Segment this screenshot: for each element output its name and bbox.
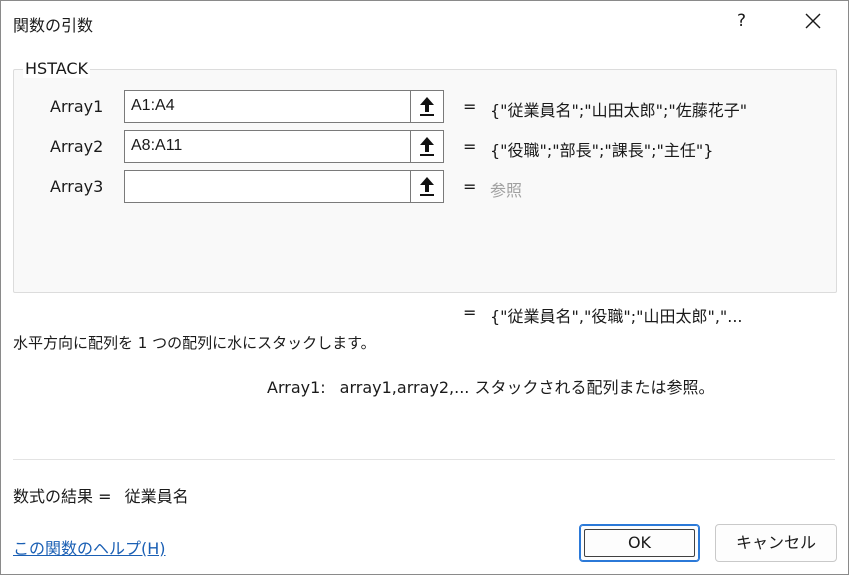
ok-button[interactable]: OK [579, 524, 700, 562]
divider [13, 459, 835, 460]
array2-input[interactable]: A8:A11 [124, 130, 444, 163]
formula-result-label: 数式の結果 = [13, 487, 112, 506]
close-icon[interactable] [801, 9, 825, 33]
array3-result-placeholder: 参照 [490, 181, 523, 200]
argument-description: Array1: array1,array2,... スタックされる配列または参照。 [267, 374, 714, 398]
array2-result: {"役職";"部長";"課長";"主任"} [490, 141, 714, 160]
array3-input[interactable] [124, 170, 444, 203]
dialog-title: 関数の引数 [13, 16, 94, 35]
array3-ref-button[interactable] [410, 171, 443, 202]
title-bar: 関数の引数 ? [1, 1, 848, 45]
cancel-button[interactable]: キャンセル [715, 524, 837, 562]
collapse-arrow-icon [420, 137, 434, 156]
formula-result: 数式の結果 = 従業員名 [13, 483, 189, 507]
function-help-link[interactable]: この関数のヘルプ(H) [13, 535, 166, 559]
cancel-button-label: キャンセル [735, 533, 816, 552]
overall-result: {"従業員名","役職";"山田太郎","... [490, 307, 743, 326]
function-name-label: HSTACK [23, 59, 91, 78]
collapse-arrow-icon [420, 97, 434, 116]
array3-label: Array3 [50, 177, 104, 196]
array1-value: A1:A4 [131, 97, 175, 114]
collapse-arrow-icon [420, 177, 434, 196]
array1-equals: = [463, 97, 477, 116]
function-description: 水平方向に配列を 1 つの配列に水にスタックします。 [13, 334, 376, 352]
help-question-button[interactable]: ? [737, 11, 746, 31]
array3-equals: = [463, 177, 477, 196]
array2-label: Array2 [50, 137, 104, 156]
argument-description-text: array1,array2,... スタックされる配列または参照。 [339, 378, 715, 397]
array1-label: Array1 [50, 97, 104, 116]
array1-result: {"従業員名";"山田太郎";"佐藤花子" [490, 101, 748, 120]
array1-input[interactable]: A1:A4 [124, 90, 444, 123]
function-arguments-dialog: 関数の引数 ? HSTACK Array1 A1:A4 = {"従業員名";"山… [0, 0, 849, 575]
array2-value: A8:A11 [131, 137, 183, 154]
focus-rectangle [584, 529, 695, 557]
array2-equals: = [463, 137, 477, 156]
array1-ref-button[interactable] [410, 91, 443, 122]
array2-ref-button[interactable] [410, 131, 443, 162]
overall-equals: = [463, 303, 477, 322]
argument-description-name: Array1: [267, 378, 326, 397]
formula-result-value: 従業員名 [124, 487, 189, 506]
